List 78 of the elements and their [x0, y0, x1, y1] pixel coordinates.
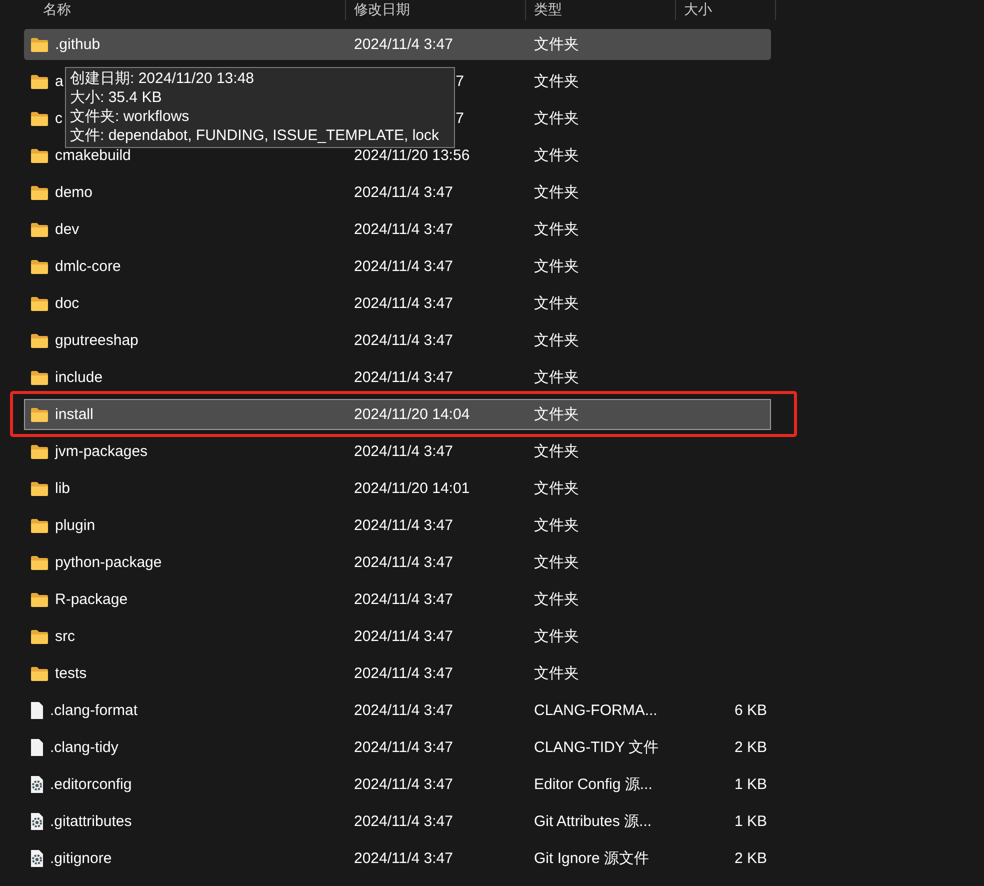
file-name: gputreeshap	[55, 332, 138, 349]
file-type: CLANG-FORMA...	[534, 702, 658, 719]
tooltip-line: 创建日期: 2024/11/20 13:48	[70, 69, 255, 88]
tooltip-line: 大小: 35.4 KB	[70, 88, 163, 107]
file-type: 文件夹	[534, 221, 579, 238]
modified-date: 2024/11/20 14:04	[354, 406, 470, 423]
modified-date: 2024/11/4 3:47	[354, 591, 453, 608]
file-type: 文件夹	[534, 517, 579, 534]
modified-date: 2024/11/4 3:47	[354, 628, 453, 645]
file-type: Git Attributes 源...	[534, 813, 652, 830]
file-type: 文件夹	[534, 184, 579, 201]
modified-date: 2024/11/4 3:47	[354, 258, 453, 275]
file-type: 文件夹	[534, 443, 579, 460]
file-type: 文件夹	[534, 554, 579, 571]
modified-date: 2024/11/4 3:47	[354, 184, 453, 201]
modified-date: 2024/11/4 3:47	[354, 850, 453, 867]
modified-date: 7	[456, 73, 464, 90]
modified-date: 2024/11/4 3:47	[354, 36, 453, 53]
file-type: 文件夹	[534, 665, 579, 682]
file-name: .clang-tidy	[50, 739, 118, 756]
file-type: 文件夹	[534, 591, 579, 608]
file-name: include	[55, 369, 103, 386]
tooltip-line: 文件: dependabot, FUNDING, ISSUE_TEMPLATE, lock	[70, 126, 440, 145]
file-name: R-package	[55, 591, 128, 608]
file-size: 6 KB	[734, 702, 767, 719]
file-size: 2 KB	[734, 850, 767, 867]
file-type: CLANG-TIDY 文件	[534, 739, 659, 756]
modified-date: 2024/11/4 3:47	[354, 554, 453, 571]
file-size: 1 KB	[734, 813, 767, 830]
file-type: 文件夹	[534, 258, 579, 275]
file-name: python-package	[55, 554, 162, 571]
file-name: .github	[55, 36, 100, 53]
file-name: .clang-format	[50, 702, 138, 719]
modified-date: 7	[456, 110, 464, 127]
file-type: 文件夹	[534, 36, 579, 53]
file-type: Git Ignore 源文件	[534, 850, 650, 867]
modified-date: 2024/11/4 3:47	[354, 369, 453, 386]
file-name: dev	[55, 221, 80, 238]
modified-date: 2024/11/4 3:47	[354, 776, 453, 793]
tooltip-line: 文件夹: workflows	[70, 107, 190, 126]
modified-date: 2024/11/4 3:47	[354, 295, 453, 312]
modified-date: 2024/11/4 3:47	[354, 517, 453, 534]
file-size: 2 KB	[734, 739, 767, 756]
modified-date: 2024/11/20 13:56	[354, 147, 470, 164]
modified-date: 2024/11/4 3:47	[354, 702, 453, 719]
file-name: doc	[55, 295, 80, 312]
file-name: a	[55, 73, 64, 90]
modified-date: 2024/11/4 3:47	[354, 665, 453, 682]
file-name: cmakebuild	[55, 147, 131, 164]
file-type: 文件夹	[534, 480, 579, 497]
file-type: Editor Config 源...	[534, 776, 652, 793]
file-name: .gitattributes	[50, 813, 132, 830]
file-type: 文件夹	[534, 73, 579, 90]
file-name: jvm-packages	[55, 443, 148, 460]
file-name: tests	[55, 665, 87, 682]
file-name: .gitignore	[50, 850, 112, 867]
file-type: 文件夹	[534, 332, 579, 349]
modified-date: 2024/11/4 3:47	[354, 443, 453, 460]
modified-date: 2024/11/4 3:47	[354, 332, 453, 349]
file-name: c	[55, 110, 62, 127]
file-name: plugin	[55, 517, 96, 534]
file-type: 文件夹	[534, 295, 579, 312]
modified-date: 2024/11/20 14:01	[354, 480, 470, 497]
file-type: 文件夹	[534, 406, 579, 423]
file-name: dmlc-core	[55, 258, 121, 275]
file-name: demo	[55, 184, 93, 201]
modified-date: 2024/11/4 3:47	[354, 221, 453, 238]
file-name: .editorconfig	[50, 776, 132, 793]
file-type: 文件夹	[534, 110, 579, 127]
file-type: 文件夹	[534, 369, 579, 386]
file-size: 1 KB	[734, 776, 767, 793]
file-name: src	[55, 628, 75, 645]
file-type: 文件夹	[534, 147, 579, 164]
file-type: 文件夹	[534, 628, 579, 645]
modified-date: 2024/11/4 3:47	[354, 739, 453, 756]
file-name: install	[55, 406, 94, 423]
modified-date: 2024/11/4 3:47	[354, 813, 453, 830]
file-name: lib	[55, 480, 70, 497]
